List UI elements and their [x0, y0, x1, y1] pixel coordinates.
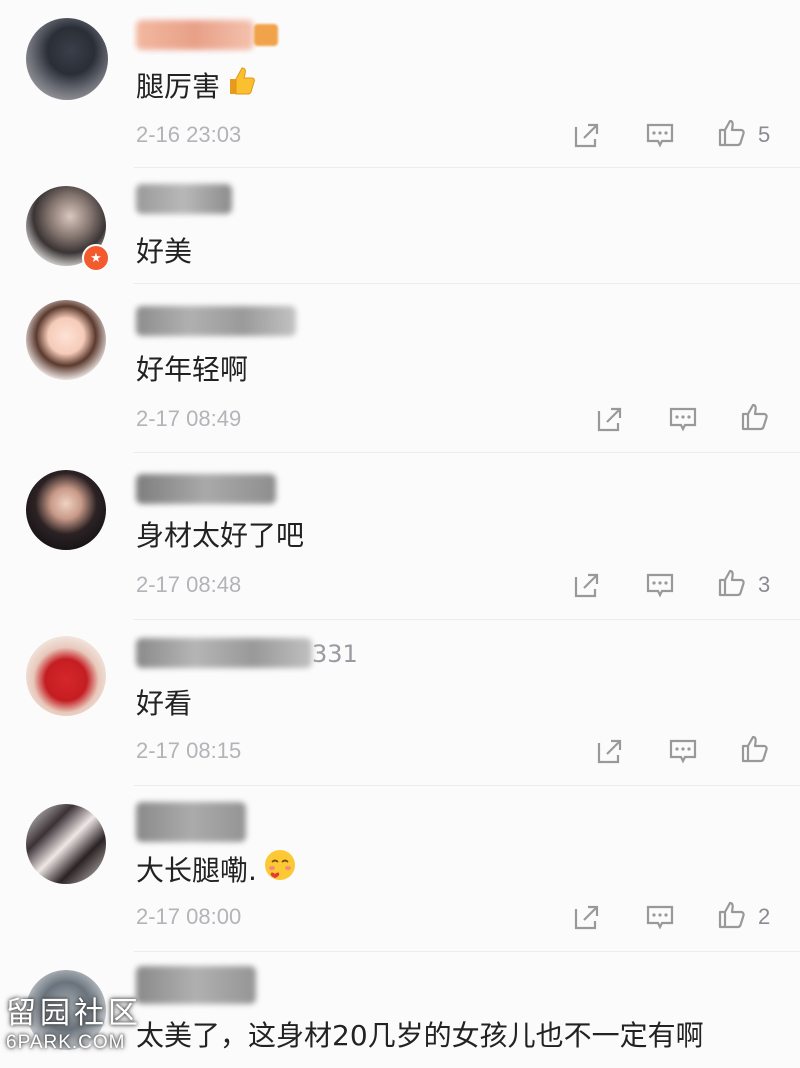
thumbs-up-icon	[718, 119, 745, 147]
divider	[134, 283, 800, 284]
thumbs-up-icon	[718, 569, 745, 597]
comment-icon	[646, 905, 674, 930]
comment-time: 2-17 08:49	[136, 406, 242, 431]
comment-time: 2-17 08:00	[136, 904, 242, 929]
avatar[interactable]	[26, 470, 106, 550]
thumbs-up-emoji-icon	[224, 64, 258, 105]
reply-button[interactable]	[668, 404, 698, 434]
comment-item: ★ 好美	[0, 168, 800, 286]
avatar[interactable]	[26, 804, 106, 884]
comment-time: 2-16 23:03	[136, 122, 242, 147]
share-icon	[574, 123, 599, 148]
comment-text-content: 好看	[136, 687, 193, 720]
share-button[interactable]	[595, 404, 625, 434]
username[interactable]	[136, 638, 312, 668]
share-icon	[574, 905, 599, 930]
username[interactable]	[136, 474, 276, 504]
share-button[interactable]	[595, 736, 625, 766]
reply-button[interactable]	[645, 570, 675, 600]
share-button[interactable]	[572, 902, 602, 932]
comment-icon	[669, 407, 697, 432]
comment-text: 好看	[136, 682, 192, 722]
comment-text: 腿厉害	[136, 64, 258, 105]
thumbs-up-icon	[741, 403, 768, 431]
username[interactable]	[136, 20, 254, 50]
comment-item: 好年轻啊 2-17 08:49	[0, 286, 800, 454]
share-button[interactable]	[572, 570, 602, 600]
comment-text-content: 身材太好了吧	[136, 519, 305, 552]
username[interactable]	[136, 802, 246, 842]
comment-item: 腿厉害 2-16 23:03 5	[0, 0, 800, 168]
like-button[interactable]	[740, 402, 770, 432]
comment-text-content: 好年轻啊	[136, 353, 249, 386]
comment-item: 大长腿嘞. 2-17 08:00 2	[0, 786, 800, 952]
comment-text-content: 太美了，这身材20几岁的女孩儿也不一定有啊	[136, 1019, 704, 1052]
verified-badge-icon: ★	[82, 244, 110, 272]
comment-icon	[646, 123, 674, 148]
vip-crown-icon	[254, 24, 278, 46]
avatar[interactable]	[26, 18, 108, 100]
like-button[interactable]	[717, 568, 747, 598]
watermark-chinese: 留园社区	[6, 996, 142, 1031]
blush-heart-emoji-icon	[261, 846, 299, 891]
comment-item: 331 好看 2-17 08:15	[0, 620, 800, 786]
comment-text: 身材太好了吧	[136, 514, 304, 554]
like-button[interactable]	[740, 734, 770, 764]
comment-time: 2-17 08:15	[136, 738, 242, 763]
comment-text-content: 腿厉害	[136, 69, 221, 103]
comment-text: 大长腿嘞.	[136, 846, 299, 891]
comment-text-content: 大长腿嘞.	[136, 853, 257, 887]
comment-text: 太美了，这身材20几岁的女孩儿也不一定有啊	[136, 1014, 704, 1054]
like-count: 5	[758, 122, 771, 147]
watermark: 留园社区 6PARK.COM	[6, 988, 146, 1054]
comment-icon	[669, 739, 697, 764]
share-icon	[597, 407, 622, 432]
share-button[interactable]	[572, 120, 602, 150]
avatar[interactable]	[26, 636, 106, 716]
avatar[interactable]	[26, 300, 106, 380]
comment-time: 2-17 08:48	[136, 572, 242, 597]
comment-text-content: 好美	[136, 235, 193, 268]
like-count: 3	[758, 572, 771, 597]
reply-button[interactable]	[645, 120, 675, 150]
like-count: 2	[758, 904, 771, 929]
like-button[interactable]	[717, 118, 747, 148]
share-icon	[597, 739, 622, 764]
comment-icon	[646, 573, 674, 598]
comment-text: 好年轻啊	[136, 348, 248, 388]
username[interactable]	[136, 966, 256, 1004]
reply-button[interactable]	[668, 736, 698, 766]
username[interactable]	[136, 184, 232, 214]
username-visible-part: 331	[312, 640, 358, 668]
watermark-english: 6PARK.COM	[6, 1032, 126, 1053]
comment-text: 好美	[136, 230, 192, 270]
share-icon	[574, 573, 599, 598]
thumbs-up-icon	[741, 735, 768, 763]
comment-item: 身材太好了吧 2-17 08:48 3	[0, 454, 800, 620]
divider	[134, 452, 800, 453]
reply-button[interactable]	[645, 902, 675, 932]
username[interactable]	[136, 306, 296, 336]
like-button[interactable]	[717, 900, 747, 930]
thumbs-up-icon	[718, 901, 745, 929]
